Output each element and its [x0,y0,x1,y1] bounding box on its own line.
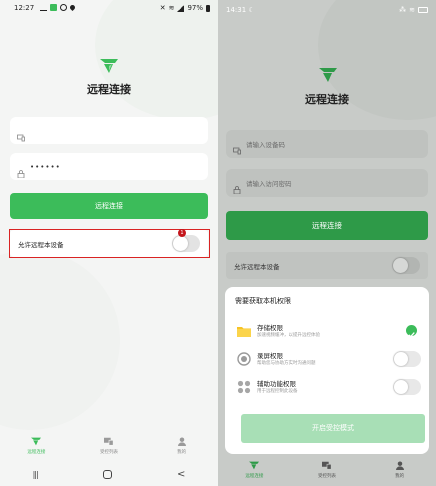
tab-label: 受控列表 [317,474,336,479]
notification-icons [40,3,77,12]
moon-icon: ☾ [248,6,255,14]
page-title: 远程连接 [305,93,349,106]
start-controlled-mode-button[interactable]: 开启受控模式 [241,414,425,443]
permission-accessibility: 辅助功能权限 用于远程控制此设备 [231,376,423,400]
system-nav-bar: ||| < [0,462,218,486]
logo-icon [31,437,42,446]
password-placeholder: 请输入访问密码 [246,180,292,188]
status-bar: 12:27 ✕ ≋ 97% [0,0,218,16]
device-code-placeholder: 请输入设备码 [246,141,285,149]
connect-button[interactable]: 远程连接 [226,211,428,240]
battery-icon [206,4,210,12]
permission-desc: 加速视频缓冲，以提升远控体验 [257,333,320,338]
home-button[interactable] [102,469,112,479]
folder-icon [237,327,251,337]
lock-icon [17,163,25,178]
mute-icon: ✕ [159,4,166,12]
device-code-field[interactable] [10,117,208,144]
tab-me[interactable]: 我的 [370,461,430,479]
toggle-knob [394,352,408,366]
wifi-icon: ≋ [409,6,415,14]
background-shape [0,250,120,430]
notification-badge: 1 [178,229,186,237]
tab-controlled-list[interactable]: 受控列表 [79,437,139,455]
wifi-icon: ≋ [168,4,175,12]
allow-remote-row: 允许远程本设备 [226,252,428,279]
tab-bar: 远程连接 受控列表 我的 [0,437,218,455]
allow-remote-label: 允许远程本设备 [234,262,280,271]
user-icon [395,461,404,470]
tab-label: 受控列表 [99,450,118,455]
app-notification-icon [50,4,57,11]
app-logo-icon [319,67,337,82]
settings-icon [60,4,67,11]
permission-storage: 存储权限 加速视频缓冲，以提升远控体验 [231,320,423,344]
status-time: 14:31 ☾ [226,6,255,14]
battery-label: 97% [187,4,203,12]
accessibility-permission-toggle[interactable] [393,379,421,395]
device-icon [17,127,25,141]
device-icon [233,140,241,155]
status-time: 12:27 [14,4,35,12]
signal-icon [177,4,185,12]
permission-sheet: 需要获取本机权限 存储权限 加速视频缓冲，以提升远控体验 录屏权限 帮助您与协助… [225,287,429,454]
app-logo-icon [100,58,118,73]
allow-remote-toggle[interactable] [392,257,420,274]
location-icon [68,3,77,12]
page-title: 远程连接 [87,83,131,96]
devices-icon [321,461,332,470]
connect-button[interactable]: 远程连接 [10,193,208,219]
battery-icon [418,7,428,13]
tab-remote-connect[interactable]: 远程连接 [224,461,284,479]
download-icon [40,4,47,11]
back-button[interactable]: < [177,469,185,480]
device-code-field[interactable]: 请输入设备码 [226,130,428,158]
left-screen: 12:27 ✕ ≋ 97% 远程连接 •••••• 远程连接 允许远程本设备 1… [0,0,218,486]
tab-remote-connect[interactable]: 远程连接 [6,437,66,455]
system-icons: ✕ ≋ 97% [160,4,210,12]
record-permission-toggle[interactable] [393,351,421,367]
sheet-title: 需要获取本机权限 [235,297,291,305]
tab-label: 远程连接 [27,450,46,455]
lock-icon [233,179,241,195]
tab-label: 我的 [177,450,187,455]
permission-name: 录屏权限 [257,352,283,360]
tab-me[interactable]: 我的 [152,437,212,455]
password-field[interactable]: 请输入访问密码 [226,169,428,197]
tab-controlled-list[interactable]: 受控列表 [297,461,357,479]
status-bar: 14:31 ☾ ⁂ ≋ [218,0,436,20]
permission-desc: 帮助您与协助方实时沟通问题 [257,361,316,366]
system-icons: ⁂ ≋ [399,6,428,14]
status-time-text: 14:31 [226,6,247,14]
check-icon [406,325,417,338]
permission-name: 辅助功能权限 [257,380,296,388]
tab-label: 我的 [395,474,405,479]
user-icon [177,437,186,446]
right-screen: 14:31 ☾ ⁂ ≋ 远程连接 请输入设备码 请输入访问密码 远程连接 允许远… [218,0,436,486]
network-icon: ⁂ [399,6,407,14]
tab-label: 远程连接 [245,474,264,479]
logo-icon [249,461,260,470]
apps-icon [237,380,251,394]
recent-apps-button[interactable]: ||| [33,470,39,479]
tab-bar: 远程连接 受控列表 我的 [218,461,436,479]
permission-name: 存储权限 [257,324,283,332]
devices-icon [103,437,114,446]
permission-desc: 用于远程控制此设备 [257,389,298,394]
password-field[interactable]: •••••• [10,153,208,180]
permission-screen-record: 录屏权限 帮助您与协助方实时沟通问题 [231,348,423,372]
record-icon [237,352,251,366]
toggle-knob [394,380,408,394]
toggle-knob [393,258,408,273]
password-value: •••••• [30,162,61,171]
